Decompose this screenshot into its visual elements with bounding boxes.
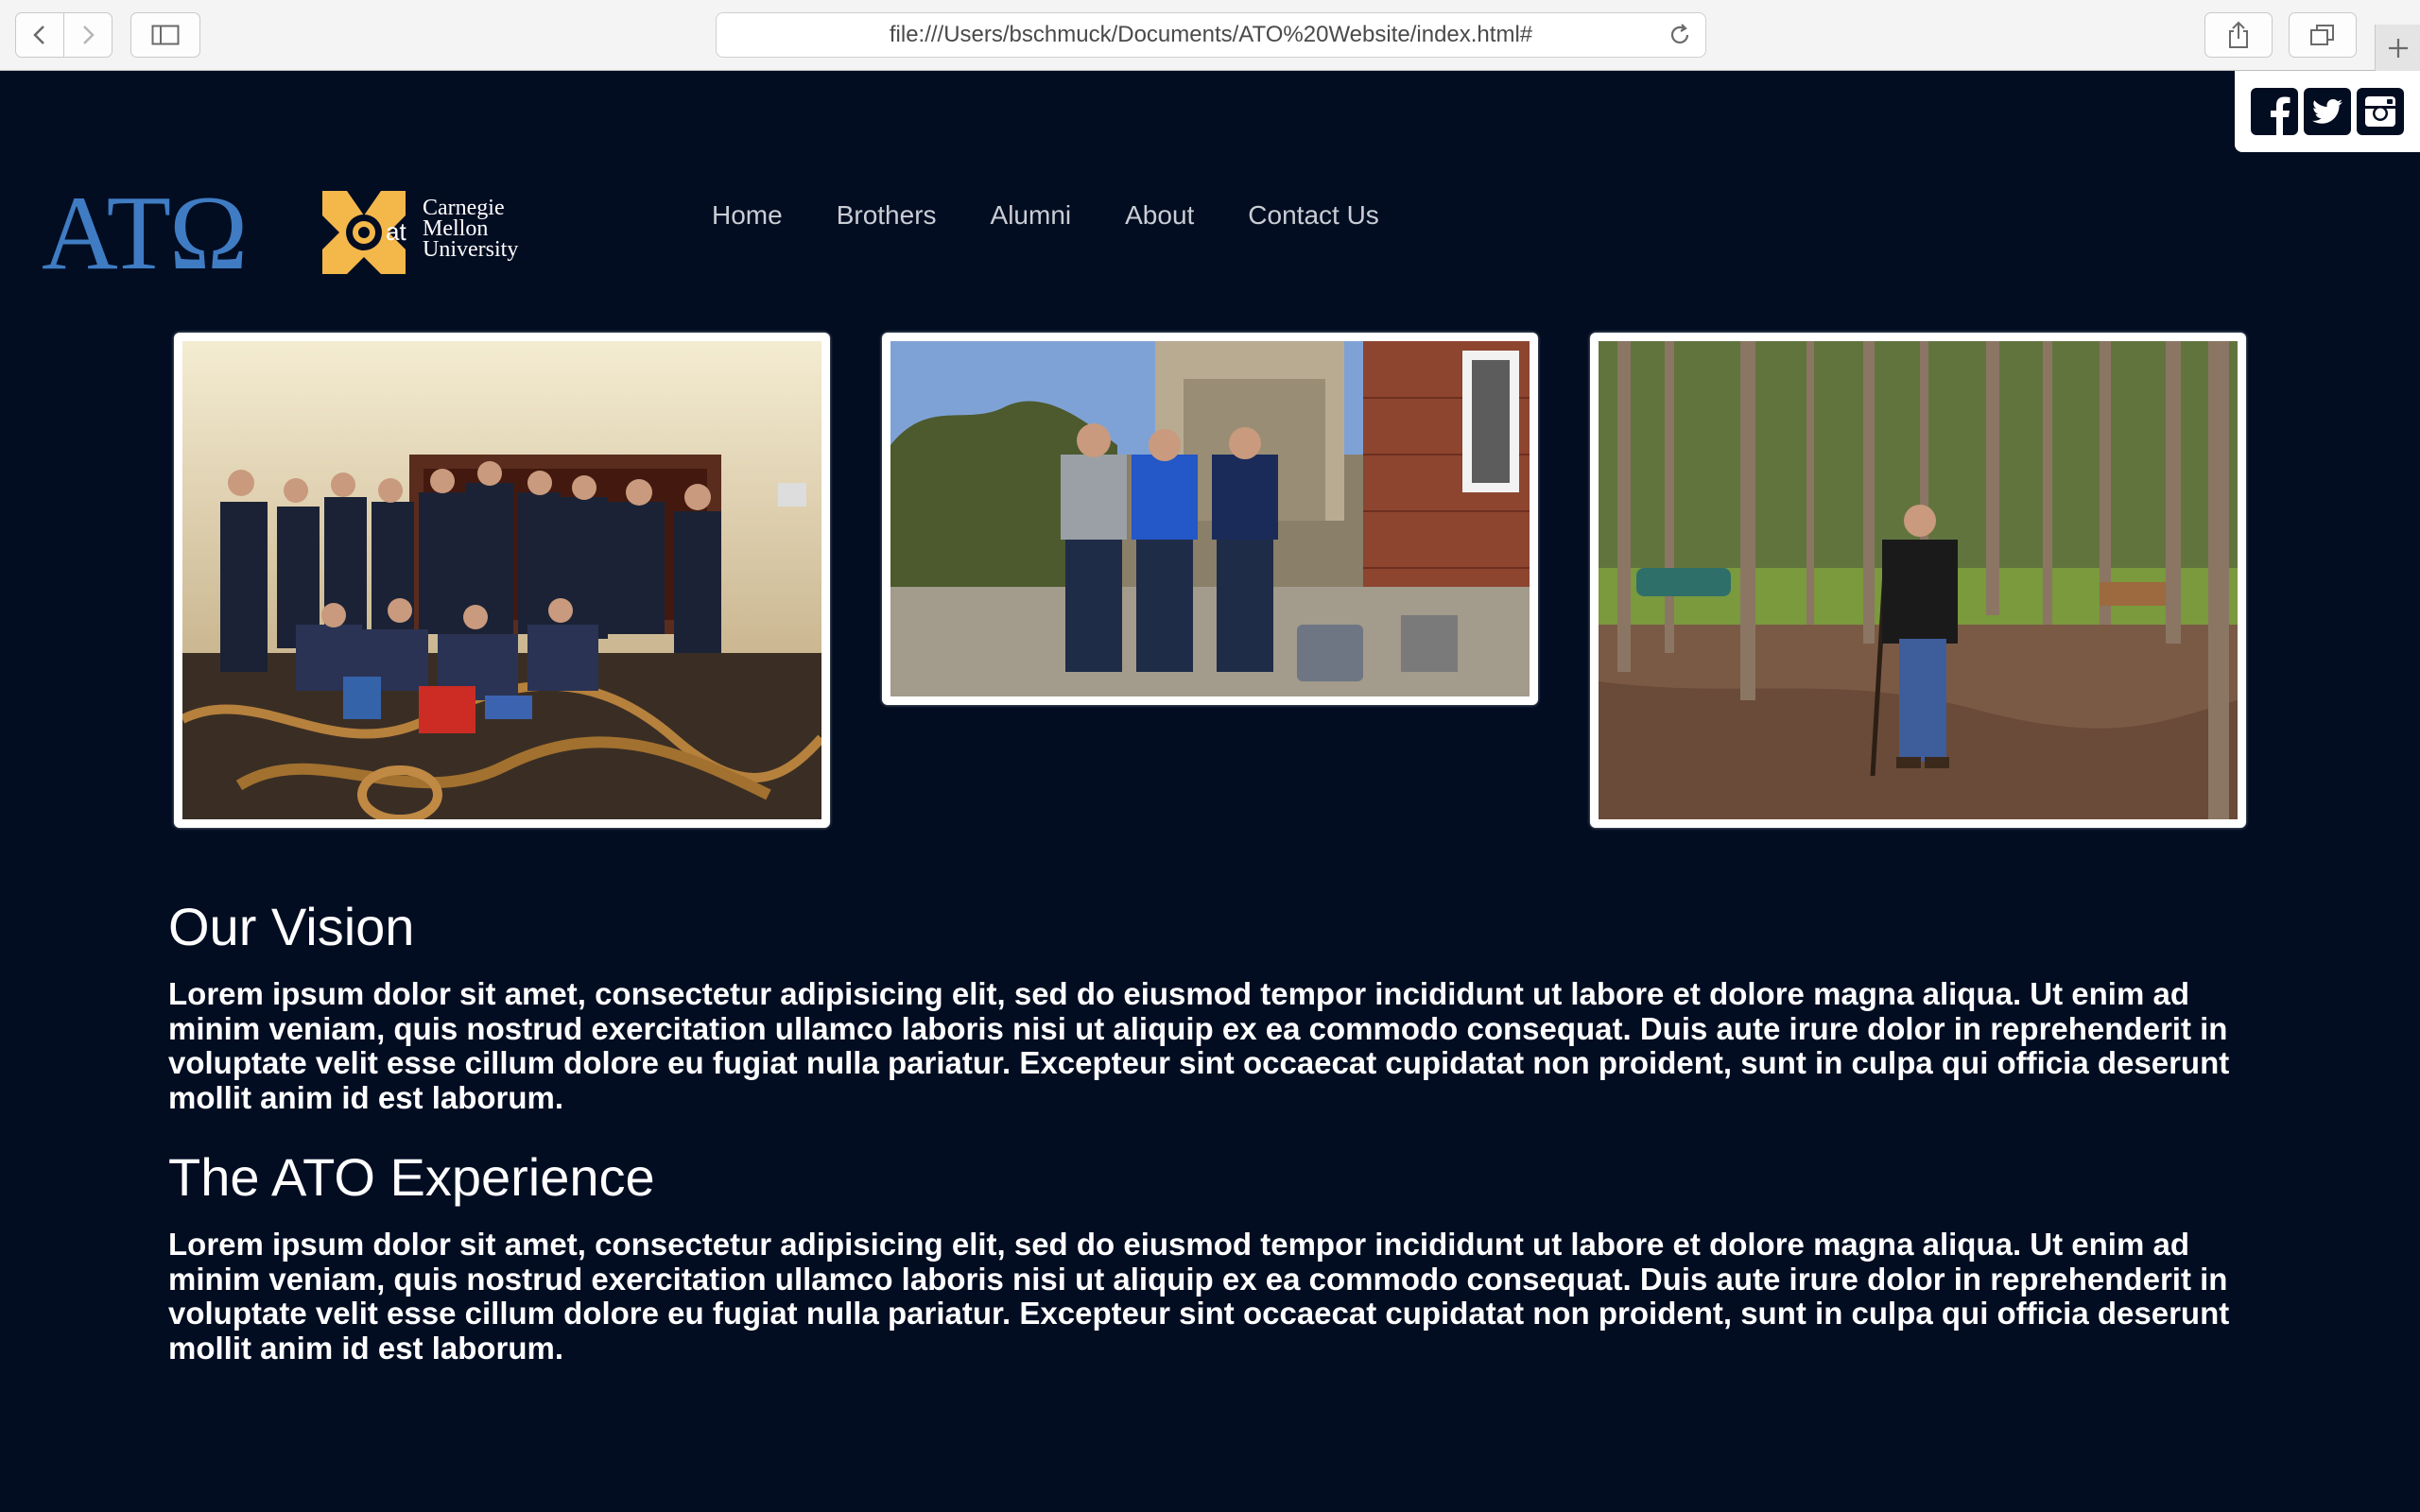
tabs-icon bbox=[2310, 25, 2334, 45]
sidebar-icon bbox=[151, 25, 180, 45]
chevron-right-icon bbox=[83, 26, 95, 44]
browser-toolbar: file:///Users/bschmuck/Documents/ATO%20W… bbox=[0, 0, 2420, 72]
logo-university-line3: University bbox=[423, 237, 518, 262]
photo-house bbox=[882, 333, 1538, 705]
nav-about[interactable]: About bbox=[1125, 197, 1194, 234]
nav-alumni[interactable]: Alumni bbox=[991, 197, 1072, 234]
main-nav: Home Brothers Alumni About Contact Us bbox=[712, 197, 1433, 234]
photo-house-image bbox=[890, 341, 1530, 696]
new-tab-button[interactable] bbox=[2375, 25, 2420, 72]
nav-home[interactable]: Home bbox=[712, 197, 783, 234]
plus-icon bbox=[2389, 39, 2408, 58]
site-logo[interactable]: ΑΤΩ at Carnegie Mellon University bbox=[42, 175, 533, 292]
forward-button[interactable] bbox=[63, 12, 112, 58]
reload-button[interactable] bbox=[1668, 23, 1692, 54]
chevron-left-icon bbox=[33, 26, 44, 44]
reload-icon bbox=[1670, 24, 1689, 43]
section-heading-vision: Our Vision bbox=[168, 897, 415, 956]
nav-brothers[interactable]: Brothers bbox=[837, 197, 937, 234]
facebook-icon[interactable] bbox=[2251, 88, 2298, 135]
nav-contact-us[interactable]: Contact Us bbox=[1248, 197, 1379, 234]
photo-forest-image bbox=[1599, 341, 2238, 819]
logo-letters: ΑΤΩ bbox=[42, 181, 248, 276]
photo-group bbox=[174, 333, 830, 828]
twitter-icon[interactable] bbox=[2304, 88, 2351, 135]
photo-group-image bbox=[182, 341, 821, 819]
logo-at: at bbox=[386, 217, 406, 246]
back-button[interactable] bbox=[15, 12, 64, 58]
social-links bbox=[2235, 71, 2420, 152]
tabs-button[interactable] bbox=[2289, 12, 2357, 58]
share-icon bbox=[2229, 21, 2248, 48]
share-button[interactable] bbox=[2204, 12, 2273, 58]
section-heading-experience: The ATO Experience bbox=[168, 1147, 655, 1207]
instagram-icon[interactable] bbox=[2357, 88, 2404, 135]
photo-forest bbox=[1590, 333, 2246, 828]
address-bar[interactable]: file:///Users/bschmuck/Documents/ATO%20W… bbox=[716, 12, 1706, 58]
sidebar-button[interactable] bbox=[130, 12, 200, 58]
section-body-experience: Lorem ipsum dolor sit amet, consectetur … bbox=[168, 1227, 2230, 1366]
url-text: file:///Users/bschmuck/Documents/ATO%20W… bbox=[889, 22, 1533, 47]
section-body-vision: Lorem ipsum dolor sit amet, consectetur … bbox=[168, 976, 2230, 1115]
